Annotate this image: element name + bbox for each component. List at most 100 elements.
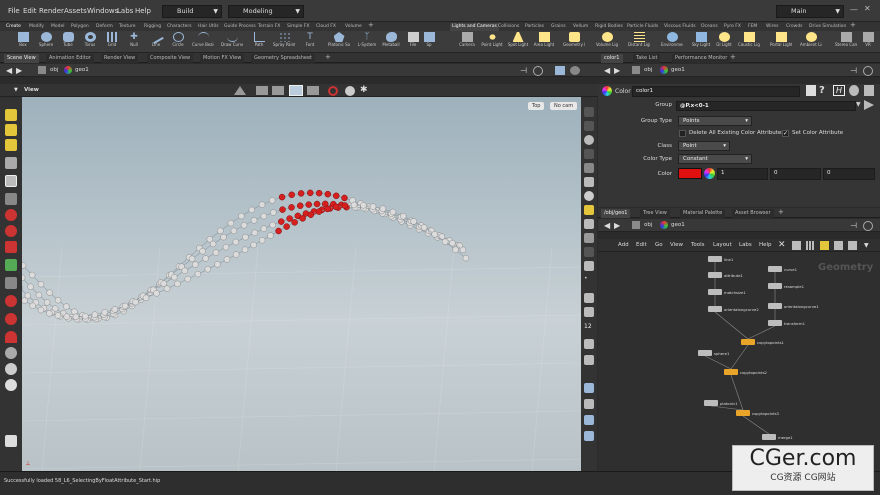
node-resample1[interactable]	[768, 283, 782, 289]
forward-arrow-icon[interactable]: ▶	[16, 66, 22, 75]
magnet-curve-icon[interactable]	[5, 331, 17, 343]
net-menu-tools[interactable]: Tools	[691, 241, 705, 250]
vertex-display-icon[interactable]	[584, 177, 594, 187]
param-path-root[interactable]: obj	[644, 66, 652, 75]
transform-icon[interactable]	[5, 139, 17, 151]
tool-stereo-camera[interactable]: Stereo Camera	[835, 32, 857, 52]
tab-tree-view[interactable]: Tree View	[640, 209, 670, 218]
tool-camera[interactable]: Camera	[456, 32, 478, 52]
menu-labs[interactable]: Labs	[117, 7, 133, 15]
shelf-tab-oceans[interactable]: Oceans	[701, 23, 718, 31]
viewport-menu-icon[interactable]: ▼	[14, 86, 18, 95]
tool-sp[interactable]: Sp	[422, 32, 436, 52]
shelf-tab-grains[interactable]: Grains	[551, 23, 566, 31]
info-icon[interactable]	[849, 85, 859, 96]
network-editor[interactable]: Geometry line1 attribute1 matchsize1 orient…	[598, 252, 880, 471]
shelf-tab-fem[interactable]: FEM	[748, 23, 757, 31]
uv-icon[interactable]	[584, 219, 594, 229]
shaded-icon[interactable]	[272, 86, 284, 95]
shelf-tab-texture[interactable]: Texture	[119, 23, 135, 31]
select-arrow-icon[interactable]	[864, 100, 874, 110]
tab-render-view[interactable]: Render View	[101, 54, 139, 63]
camera-menu[interactable]: No cam	[550, 102, 578, 110]
shelf-tab-wires[interactable]: Wires	[766, 23, 778, 31]
mode-dropdown[interactable]: Modeling ▼	[228, 5, 304, 18]
tool-spot-light[interactable]: Spot Light	[507, 32, 529, 52]
tools-icon[interactable]: ✕	[778, 241, 786, 250]
shelf-add-icon[interactable]: +	[850, 21, 856, 29]
link-icon[interactable]	[863, 221, 873, 231]
menu-windows[interactable]: Windows	[87, 7, 118, 15]
shelf-tab-deform[interactable]: Deform	[96, 23, 113, 31]
tool-draw-curve[interactable]: Draw Curve	[221, 32, 243, 52]
shelf-tab-collisions[interactable]: Collisions	[498, 23, 519, 31]
close-icon[interactable]: ✕	[864, 4, 871, 13]
shelf-tab-create[interactable]: Create	[6, 23, 21, 31]
select-mode-icon[interactable]	[5, 124, 17, 136]
node-attribute1[interactable]	[708, 272, 722, 278]
menu-help[interactable]: Help	[135, 7, 151, 15]
tab-performance-monitor[interactable]: Performance Monitor	[672, 54, 731, 63]
forward-arrow-icon[interactable]: ▶	[614, 221, 620, 230]
node-transform1[interactable]	[768, 320, 782, 326]
wireframe-icon[interactable]	[256, 86, 268, 95]
class-menu[interactable]: Point ▾	[678, 141, 730, 151]
set-color-checkbox[interactable]: ✓	[782, 130, 789, 137]
net-menu-edit[interactable]: Edit	[636, 241, 647, 250]
shelf-tab-particles[interactable]: Particles	[525, 23, 544, 31]
color-type-menu[interactable]: Constant ▾	[678, 154, 752, 164]
tab-motion-fx-view[interactable]: Motion FX View	[200, 54, 245, 63]
measure-icon[interactable]	[5, 435, 17, 447]
shelf-tab-crowds[interactable]: Crowds	[786, 23, 803, 31]
tab-geometry-spreadsheet[interactable]: Geometry Spreadsheet	[251, 54, 316, 63]
shelf-tab-modify[interactable]: Modify	[29, 23, 44, 31]
tool-line[interactable]: Line	[145, 29, 167, 52]
chevron-down-icon[interactable]: ▼	[864, 241, 869, 250]
tab-take-list[interactable]: Take List	[633, 54, 661, 63]
back-arrow-icon[interactable]: ◀	[604, 66, 610, 75]
pose-icon[interactable]	[5, 157, 17, 169]
shelf-tab-viscous-fluids[interactable]: Viscous Fluids	[664, 23, 696, 31]
slash-icon[interactable]	[584, 307, 594, 317]
move-icon[interactable]	[5, 209, 17, 221]
back-arrow-icon[interactable]: ◀	[604, 221, 610, 230]
display-options-icon[interactable]	[289, 85, 303, 96]
desktop-dropdown[interactable]: Build ▼	[162, 5, 222, 18]
menu-file[interactable]: File	[8, 7, 20, 15]
tool-circle[interactable]: Circle	[167, 32, 189, 52]
tool-sky-light[interactable]: Sky Light	[690, 32, 712, 52]
edit-icon[interactable]	[584, 293, 594, 303]
flag-icon[interactable]	[848, 241, 857, 250]
tool-portal-light[interactable]: Portal Light	[770, 32, 792, 52]
color-g-field[interactable]: 0	[770, 168, 821, 180]
add-tab-icon[interactable]: +	[778, 208, 784, 216]
menu-edit[interactable]: Edit	[23, 7, 37, 15]
color-palette-icon[interactable]	[820, 241, 829, 250]
menu-assets[interactable]: Assets	[64, 7, 87, 15]
help-icon[interactable]: ?	[819, 85, 825, 96]
tab-composite-view[interactable]: Composite View	[147, 54, 194, 63]
node-line1[interactable]	[708, 256, 722, 262]
tool-platonic[interactable]: Platonic Solids	[328, 32, 350, 52]
dot-icon[interactable]: •	[584, 275, 594, 285]
render-icon[interactable]	[570, 66, 580, 75]
snap-icon[interactable]	[5, 277, 17, 289]
group-icon[interactable]	[584, 399, 594, 409]
handle-icon[interactable]	[5, 193, 17, 205]
tool-path[interactable]: Path	[248, 32, 270, 52]
template-icon[interactable]	[584, 205, 594, 215]
shelf-tab-volume[interactable]: Volume	[345, 23, 362, 31]
shelf-tab-guide-process[interactable]: Guide Process	[224, 23, 256, 31]
tool-vr[interactable]: VR	[860, 32, 876, 52]
lock-icon[interactable]	[5, 175, 17, 187]
select-icon[interactable]	[5, 109, 17, 121]
textures-icon[interactable]	[307, 86, 319, 95]
scale-icon[interactable]	[5, 241, 17, 253]
tool-geometry-light[interactable]: Geometry Light	[563, 32, 585, 52]
lighting-icon[interactable]	[234, 86, 246, 95]
tool-box[interactable]: Box	[12, 32, 34, 52]
node-orientalongcurve2[interactable]	[708, 306, 722, 312]
chevron-down-icon[interactable]: ▼	[856, 101, 861, 108]
node-name-field[interactable]: color1	[632, 86, 800, 97]
tool-caustic-light[interactable]: Caustic Light	[738, 32, 760, 52]
